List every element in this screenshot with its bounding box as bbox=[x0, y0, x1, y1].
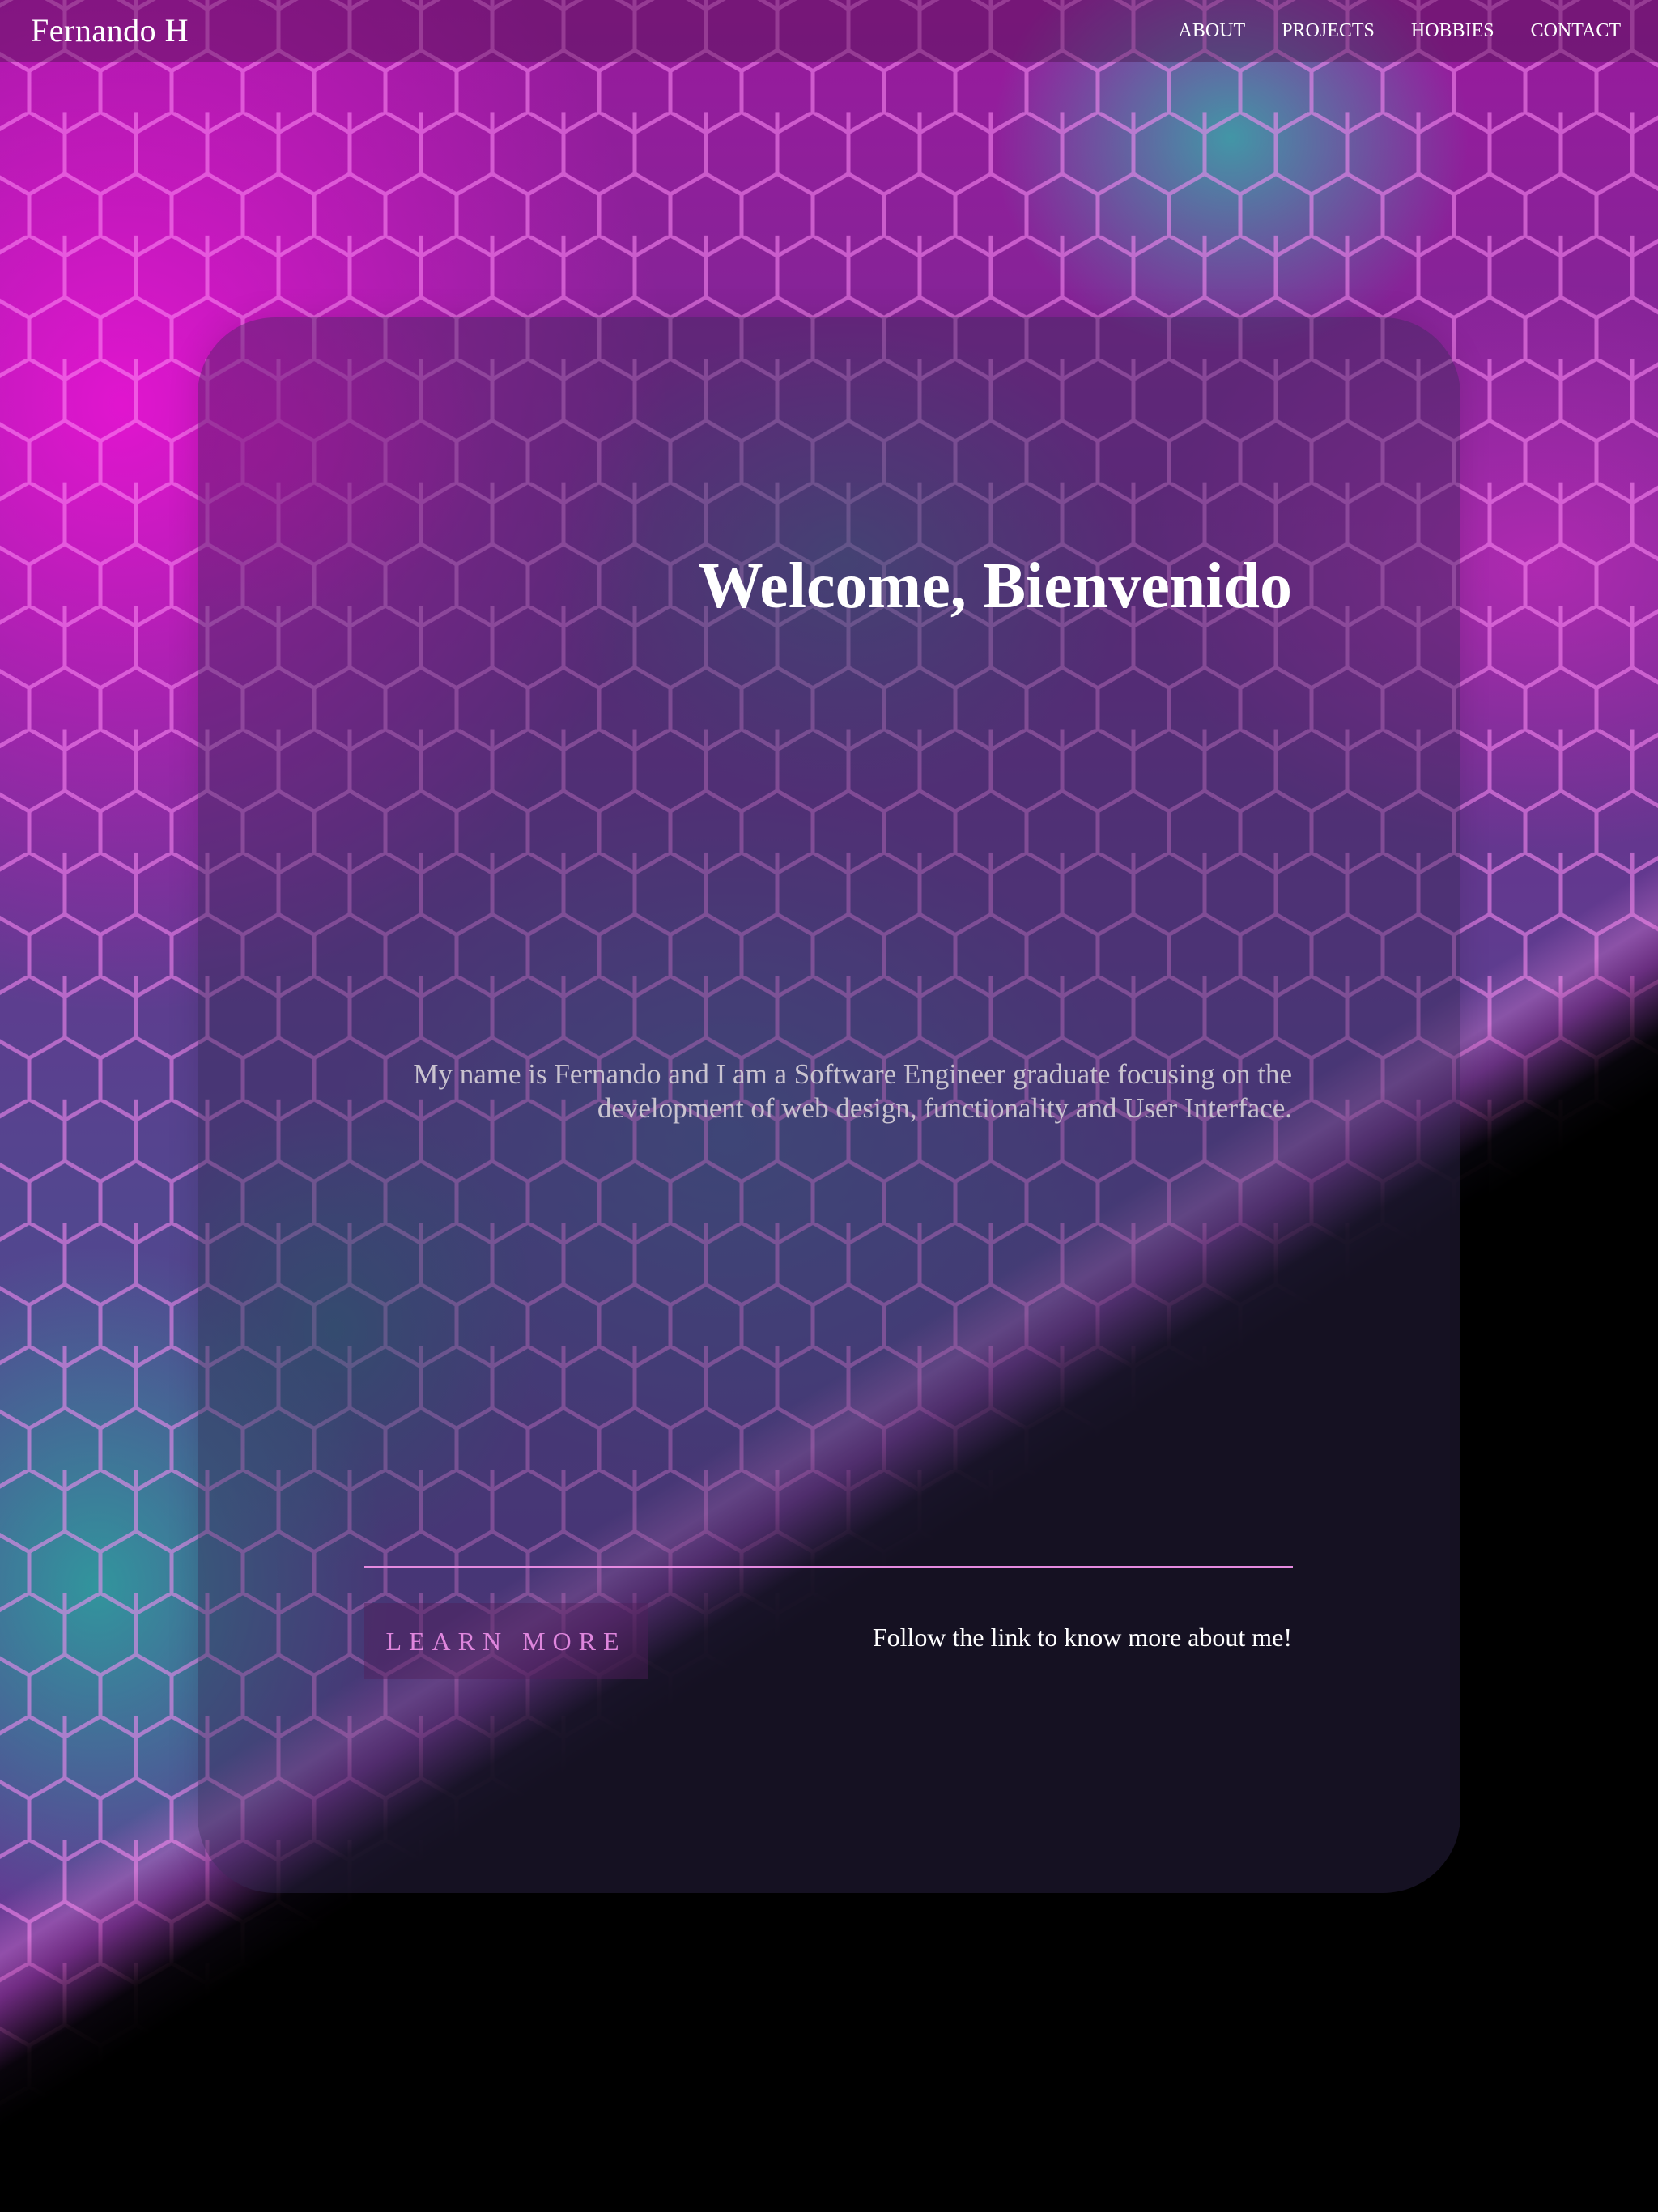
hero-card: Welcome, Bienvenido My name is Fernando … bbox=[198, 317, 1460, 1893]
top-navbar: Fernando H ABOUT PROJECTS HOBBIES CONTAC… bbox=[0, 0, 1658, 62]
nav-link-projects[interactable]: PROJECTS bbox=[1282, 18, 1375, 44]
page-background: Fernando H ABOUT PROJECTS HOBBIES CONTAC… bbox=[0, 0, 1658, 2212]
hero-divider bbox=[364, 1566, 1293, 1568]
nav-links: ABOUT PROJECTS HOBBIES CONTACT bbox=[1179, 18, 1621, 44]
nav-link-hobbies[interactable]: HOBBIES bbox=[1411, 18, 1494, 44]
nav-link-about[interactable]: ABOUT bbox=[1179, 18, 1246, 44]
learn-more-button[interactable]: LEARN MORE bbox=[364, 1603, 648, 1679]
brand-logo[interactable]: Fernando H bbox=[31, 8, 189, 53]
hero-title: Welcome, Bienvenido bbox=[698, 551, 1292, 622]
nav-link-contact[interactable]: CONTACT bbox=[1531, 18, 1621, 44]
follow-link-text: Follow the link to know more about me! bbox=[872, 1623, 1292, 1652]
hero-intro-text: My name is Fernando and I am a Software … bbox=[413, 1058, 1292, 1124]
